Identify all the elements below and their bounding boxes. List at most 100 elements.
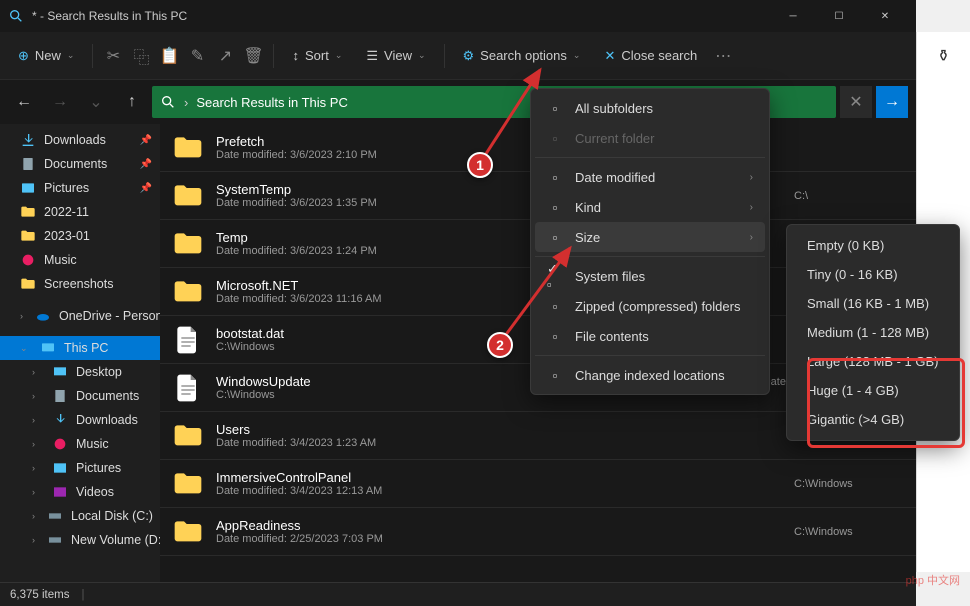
- watermark: php 中文网: [906, 572, 960, 588]
- file-meta: Date modified: 3/4/2023 12:13 AM: [216, 485, 782, 497]
- menu-icon: ▫: [547, 298, 563, 314]
- search-options-button[interactable]: ⚙Search options⌄: [453, 42, 591, 70]
- file-name: ImmersiveControlPanel: [216, 470, 782, 485]
- menu-icon: ✓ ▫: [547, 268, 563, 284]
- menu-item-system-files[interactable]: ✓ ▫ System files: [535, 261, 765, 291]
- window-title: * - Search Results in This PC: [32, 9, 770, 23]
- sidebar-pc-item[interactable]: ›Pictures: [0, 456, 160, 480]
- pc-icon: [40, 340, 56, 356]
- menu-label: Zipped (compressed) folders: [575, 299, 740, 314]
- maximize-button[interactable]: ☐: [816, 0, 862, 32]
- sidebar-pc-item[interactable]: ›Downloads: [0, 408, 160, 432]
- sidebar-item[interactable]: Music: [0, 248, 160, 272]
- desktop-icon: [52, 364, 68, 380]
- menu-item-file-contents[interactable]: ▫ File contents: [535, 321, 765, 351]
- document-icon: [52, 388, 68, 404]
- file-row[interactable]: AppReadinessDate modified: 2/25/2023 7:0…: [160, 508, 916, 556]
- menu-item-date-modified[interactable]: ▫Date modified›: [535, 162, 765, 192]
- sidebar-thispc[interactable]: ⌄This PC: [0, 336, 160, 360]
- download-icon: [52, 412, 68, 428]
- menu-label: System files: [575, 269, 645, 284]
- search-icon: [8, 8, 24, 24]
- submenu-item[interactable]: Empty (0 KB): [793, 231, 953, 260]
- pin-icon: 📌: [140, 135, 152, 146]
- menu-item-zipped-compressed-folders[interactable]: ▫ Zipped (compressed) folders: [535, 291, 765, 321]
- sidebar-pc-item[interactable]: ›Local Disk (C:): [0, 504, 160, 528]
- sidebar-pc-item[interactable]: ›Desktop: [0, 360, 160, 384]
- submenu-item[interactable]: Medium (1 - 128 MB): [793, 318, 953, 347]
- file-icon: [172, 372, 204, 404]
- file-row[interactable]: ImmersiveControlPanelDate modified: 3/4/…: [160, 460, 916, 508]
- size-submenu: Empty (0 KB)Tiny (0 - 16 KB)Small (16 KB…: [786, 224, 960, 441]
- submenu-item[interactable]: Small (16 KB - 1 MB): [793, 289, 953, 318]
- submenu-item[interactable]: Huge (1 - 4 GB): [793, 376, 953, 405]
- folder-icon: [172, 228, 204, 260]
- back-button[interactable]: ←: [8, 86, 40, 118]
- minimize-button[interactable]: ─: [770, 0, 816, 32]
- menu-icon: ▫: [547, 328, 563, 344]
- statusbar: 6,375 items |: [0, 582, 916, 606]
- onedrive-icon: [35, 308, 51, 324]
- delete-icon[interactable]: 🗑: [241, 44, 265, 68]
- menu-icon: ▫: [547, 367, 563, 383]
- file-explorer-window: * - Search Results in This PC ─ ☐ ✕ ⊕New…: [0, 0, 916, 606]
- menu-label: Change indexed locations: [575, 368, 725, 383]
- cut-icon[interactable]: ✂: [101, 44, 125, 68]
- menu-item-kind[interactable]: ▫Kind›: [535, 192, 765, 222]
- file-path: C:\: [794, 190, 904, 202]
- video-icon: [52, 484, 68, 500]
- submenu-item[interactable]: Tiny (0 - 16 KB): [793, 260, 953, 289]
- picture-icon: [52, 460, 68, 476]
- folder-icon: [172, 420, 204, 452]
- sidebar-item[interactable]: 2023-01: [0, 224, 160, 248]
- sidebar-item[interactable]: Documents📌: [0, 152, 160, 176]
- chevron-right-icon: ›: [750, 202, 753, 213]
- close-search-button[interactable]: ✕Close search: [594, 42, 707, 70]
- sidebar-item[interactable]: Pictures📌: [0, 176, 160, 200]
- folder-icon: [20, 228, 36, 244]
- menu-label: File contents: [575, 329, 649, 344]
- address-go-button[interactable]: →: [876, 86, 908, 118]
- sidebar-item[interactable]: 2022-11: [0, 200, 160, 224]
- forward-button[interactable]: →: [44, 86, 76, 118]
- filter-icon[interactable]: ⚱: [928, 40, 960, 72]
- menu-icon: ▫: [547, 199, 563, 215]
- menu-icon: ▫: [547, 169, 563, 185]
- submenu-item[interactable]: Large (128 MB - 1 GB): [793, 347, 953, 376]
- callout-1: 1: [467, 152, 493, 178]
- view-button[interactable]: ☰View⌄: [356, 42, 435, 70]
- sidebar-pc-item[interactable]: ›New Volume (D:: [0, 528, 160, 552]
- menu-item-size[interactable]: ▫Size›: [535, 222, 765, 252]
- document-icon: [20, 156, 36, 172]
- file-meta: Date modified: 2/25/2023 7:03 PM: [216, 533, 782, 545]
- file-path: C:\Windows: [794, 526, 904, 538]
- chevron-right-icon: ›: [750, 172, 753, 183]
- rename-icon[interactable]: ✎: [185, 44, 209, 68]
- address-close-button[interactable]: ✕: [840, 86, 872, 118]
- sidebar-item[interactable]: Screenshots: [0, 272, 160, 296]
- paste-icon[interactable]: 📋: [157, 44, 181, 68]
- submenu-item[interactable]: Gigantic (>4 GB): [793, 405, 953, 434]
- share-icon[interactable]: ↗: [213, 44, 237, 68]
- new-button[interactable]: ⊕New⌄: [8, 42, 84, 70]
- sort-button[interactable]: ↕Sort⌄: [282, 42, 352, 69]
- close-button[interactable]: ✕: [862, 0, 908, 32]
- sidebar-pc-item[interactable]: ›Documents: [0, 384, 160, 408]
- sidebar-onedrive[interactable]: ›OneDrive - Person: [0, 304, 160, 328]
- menu-item-all-subfolders[interactable]: ▫All subfolders: [535, 93, 765, 123]
- navbar: ← → ⌄ ↑ › Search Results in This PC ✕ →: [0, 80, 916, 124]
- menu-label: All subfolders: [575, 101, 653, 116]
- music-icon: [20, 252, 36, 268]
- recent-button[interactable]: ⌄: [80, 86, 112, 118]
- sidebar-pc-item[interactable]: ›Videos: [0, 480, 160, 504]
- menu-label: Size: [575, 230, 600, 245]
- up-button[interactable]: ↑: [116, 86, 148, 118]
- sidebar-pc-item[interactable]: ›Music: [0, 432, 160, 456]
- sidebar-item[interactable]: Downloads📌: [0, 128, 160, 152]
- search-options-menu: ▫All subfolders▫Current folder▫Date modi…: [530, 88, 770, 395]
- copy-icon[interactable]: ⿻: [129, 44, 153, 68]
- more-icon[interactable]: ⋯: [711, 44, 735, 68]
- menu-item-change-indexed-locations[interactable]: ▫ Change indexed locations: [535, 360, 765, 390]
- pin-icon: 📌: [140, 183, 152, 194]
- sidebar: Downloads📌 Documents📌 Pictures📌 2022-11 …: [0, 124, 160, 582]
